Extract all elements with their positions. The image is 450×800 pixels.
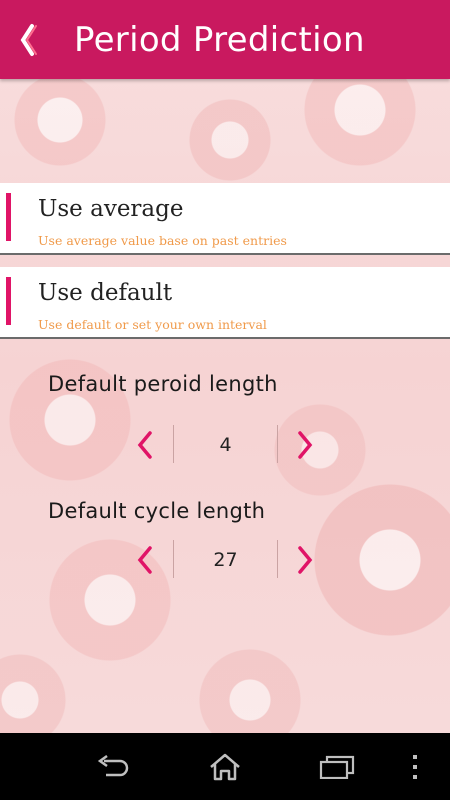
chevron-right-icon bbox=[298, 431, 313, 459]
system-navigation-bar bbox=[0, 733, 450, 800]
app-bar: Period Prediction bbox=[0, 0, 450, 79]
use-average-option[interactable]: Use average Use average value base on pa… bbox=[0, 183, 450, 255]
chevron-right-icon bbox=[298, 546, 313, 574]
option-subtitle: Use default or set your own interval bbox=[38, 317, 267, 332]
cycle-length-label: Default cycle length bbox=[48, 499, 266, 523]
cycle-decrement-button[interactable] bbox=[130, 540, 160, 580]
option-indicator bbox=[6, 193, 11, 241]
period-length-label: Default peroid length bbox=[48, 372, 278, 396]
menu-icon bbox=[413, 754, 417, 779]
option-label: Use default bbox=[38, 280, 173, 306]
option-subtitle: Use average value base on past entries bbox=[38, 233, 287, 248]
recents-icon bbox=[319, 755, 355, 779]
nav-menu-button[interactable] bbox=[385, 733, 445, 800]
stepper-divider bbox=[277, 540, 278, 578]
period-length-stepper: 4 bbox=[130, 425, 320, 465]
chevron-left-icon bbox=[20, 23, 37, 56]
back-icon bbox=[97, 754, 129, 776]
chevron-left-icon bbox=[137, 546, 152, 574]
nav-back-button[interactable] bbox=[72, 733, 152, 800]
page-title: Period Prediction bbox=[74, 19, 365, 60]
period-increment-button[interactable] bbox=[290, 425, 320, 465]
option-indicator bbox=[6, 277, 11, 325]
chevron-left-icon bbox=[137, 431, 152, 459]
cycle-length-stepper: 27 bbox=[130, 540, 320, 580]
use-default-option[interactable]: Use default Use default or set your own … bbox=[0, 267, 450, 339]
option-label: Use average bbox=[38, 196, 184, 222]
home-icon bbox=[210, 753, 240, 780]
cycle-length-value: 27 bbox=[213, 549, 238, 571]
cycle-increment-button[interactable] bbox=[290, 540, 320, 580]
period-decrement-button[interactable] bbox=[130, 425, 160, 465]
period-length-value: 4 bbox=[219, 434, 232, 456]
nav-recents-button[interactable] bbox=[297, 733, 377, 800]
nav-home-button[interactable] bbox=[185, 733, 265, 800]
back-button[interactable] bbox=[0, 0, 56, 79]
rose-background bbox=[0, 0, 450, 733]
stepper-divider bbox=[277, 425, 278, 463]
